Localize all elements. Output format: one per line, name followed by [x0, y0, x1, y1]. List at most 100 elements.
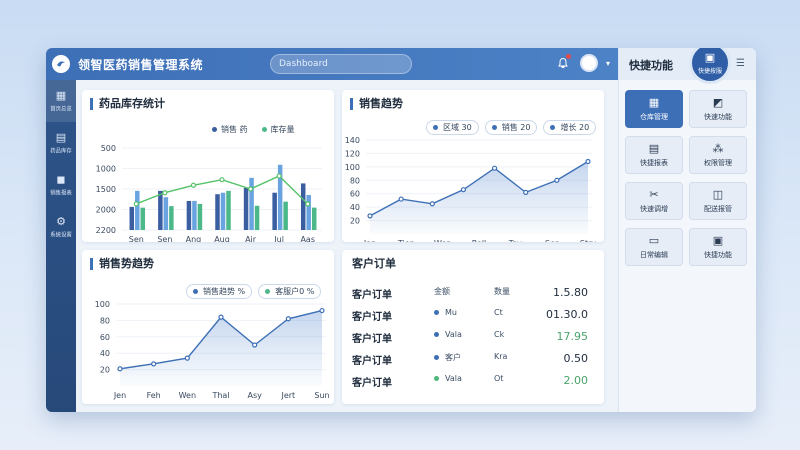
data-point [398, 196, 404, 202]
x-tick-label: Jul [273, 235, 284, 242]
bar [186, 200, 192, 230]
bar [220, 192, 226, 230]
menu-icon[interactable]: ☰ [736, 58, 745, 69]
quick-panel-badge[interactable]: ▣ 快捷按服 [689, 48, 731, 84]
x-tick-label: Tien [397, 239, 415, 242]
quick-action-button[interactable]: ✂ 快速调增 [625, 182, 683, 220]
quick-action-label: 快速功能 [704, 113, 732, 121]
bar [215, 194, 220, 230]
quick-action-button[interactable]: ◩ 快速功能 [689, 90, 747, 128]
y-tick-label: 20 [100, 366, 110, 375]
order-name: 客户订单 [352, 334, 392, 345]
data-point [367, 213, 373, 219]
x-tick-label: Sun [314, 391, 329, 400]
notification-badge [565, 54, 571, 59]
status-dot [434, 355, 439, 360]
scissors-icon: ✂ [649, 188, 659, 201]
sidebar-item-settings[interactable]: ⚙ 系统设置 [46, 206, 76, 248]
table-row[interactable]: 客户订单 Vala Ck 17.95 [352, 330, 588, 346]
order-qty: Ot [494, 374, 504, 383]
quick-action-label: 仓库管理 [640, 113, 668, 121]
order-name: 客户订单 [352, 378, 392, 389]
quick-action-label: 日常编辑 [640, 251, 668, 259]
bar [249, 177, 254, 230]
order-qty: Ct [494, 308, 503, 317]
document-icon: ▤ [648, 142, 660, 155]
quick-panel-title: 快捷功能 [629, 59, 673, 72]
x-tick-label: Wen [179, 391, 196, 400]
sidebar-item-reports[interactable]: ◼ 销售报表 [46, 164, 76, 206]
y-tick-label: 500 [101, 144, 116, 153]
top-bar: 领智医药销售管理系统 Dashboard ▾ [46, 48, 618, 80]
status-dot [434, 332, 439, 337]
table-row[interactable]: 客户订单 Mu Ct 01.30.0 [352, 308, 588, 324]
bar [169, 206, 174, 230]
x-tick-label: Sen [129, 235, 144, 242]
avatar[interactable] [579, 54, 598, 72]
status-dot [434, 310, 439, 315]
bar [197, 203, 203, 230]
y-tick-label: 140 [345, 136, 360, 145]
data-point [162, 190, 168, 196]
chart-icon: ◩ [712, 96, 724, 109]
bar [272, 192, 277, 230]
inventory-chart: 2200 2000 1500 1000 500 Sen Sen Ang Aug Air Jul Aas [96, 144, 322, 242]
chevron-down-icon[interactable]: ▾ [606, 59, 610, 68]
quick-action-button[interactable]: ⁂ 权限管理 [689, 136, 747, 174]
quick-action-label: 配送报管 [704, 205, 732, 213]
orders-card-title: 客户订单 [352, 257, 396, 270]
quick-actions-grid: ▦ 仓库管理 ◩ 快速功能 ▤ 快捷报表 ⁂ 权限管理 ✂ 快速调增 ◫ 配送报管 ▭ 日常编辑 ▣ 快捷功能 [625, 90, 747, 266]
y-tick-label: 100 [95, 300, 110, 309]
y-tick-label: 1000 [96, 165, 116, 174]
data-point [151, 361, 157, 367]
orders-card: 客户订单 客户订单 金额 数量 1.5.80 客户订单 Mu Ct 01.30.0 客户… [342, 250, 604, 404]
document-icon: ▤ [55, 130, 67, 144]
data-point [247, 186, 254, 192]
y-tick-label: 2000 [96, 206, 116, 215]
table-row[interactable]: 客户订单 客户 Kra 0.50 [352, 352, 588, 368]
data-point [276, 173, 282, 179]
app-window: 领智医药销售管理系统 Dashboard ▾ ▦ 首页总览 ▤ 药品库存 ◼ 销… [46, 48, 756, 412]
sidebar-item-home[interactable]: ▦ 首页总览 [46, 80, 76, 122]
order-amount: Mu [434, 308, 457, 317]
quick-action-button[interactable]: ◫ 配送报管 [689, 182, 747, 220]
box-icon: ◼ [56, 172, 66, 186]
x-tick-label: Aug [214, 235, 230, 242]
sidebar: ▦ 首页总览 ▤ 药品库存 ◼ 销售报表 ⚙ 系统设置 [46, 80, 76, 412]
quick-action-button[interactable]: ▦ 仓库管理 [625, 90, 683, 128]
sales-trend2-chart: 20 40 60 80 100 Jen Feh Wen Thal Asy Jert Sun [95, 300, 330, 400]
quick-action-button[interactable]: ▭ 日常编辑 [625, 228, 683, 266]
data-point [190, 182, 197, 188]
top-actions: ▾ [554, 54, 610, 72]
x-tick-label: Ang [186, 235, 202, 242]
sidebar-item-label: 销售报表 [50, 189, 72, 197]
quick-action-label: 快捷报表 [640, 159, 668, 167]
bell-icon[interactable] [554, 54, 572, 72]
y-tick-label: 80 [350, 176, 360, 185]
bar [243, 187, 249, 230]
bar [226, 190, 231, 230]
sidebar-item-inventory[interactable]: ▤ 药品库存 [46, 122, 76, 164]
quick-panel: 快捷功能 ▣ 快捷按服 ☰ ▦ 仓库管理 ◩ 快速功能 ▤ 快捷报表 ⁂ 权限管理 ✂ 快速调增 ◫… [618, 48, 756, 412]
y-tick-label: 2200 [96, 226, 116, 235]
x-tick-label: Ser [545, 239, 559, 242]
data-point [305, 201, 311, 207]
order-value: 01.30.0 [546, 308, 588, 321]
x-tick-label: Asy [247, 391, 262, 400]
data-point [285, 316, 291, 322]
x-tick-label: Thal [211, 391, 229, 400]
search-input[interactable]: Dashboard [270, 54, 412, 74]
y-tick-label: 120 [345, 149, 360, 158]
nodes-icon: ⁂ [712, 142, 724, 155]
sales-trend-card: 销售趋势 区域 30 销售 20 增长 20 20 40 60 80 100 120 140… [342, 90, 604, 242]
x-tick-label: Air [245, 235, 257, 242]
data-point [133, 201, 139, 207]
clipboard-icon: ▣ [712, 234, 724, 247]
data-point [219, 177, 225, 183]
quick-action-button[interactable]: ▣ 快捷功能 [689, 228, 747, 266]
quick-action-label: 快捷功能 [704, 251, 732, 259]
table-row[interactable]: 客户订单 Vala Ot 2.00 [352, 374, 588, 390]
y-tick-label: 100 [345, 163, 360, 172]
quick-action-button[interactable]: ▤ 快捷报表 [625, 136, 683, 174]
quick-action-label: 权限管理 [704, 159, 732, 167]
